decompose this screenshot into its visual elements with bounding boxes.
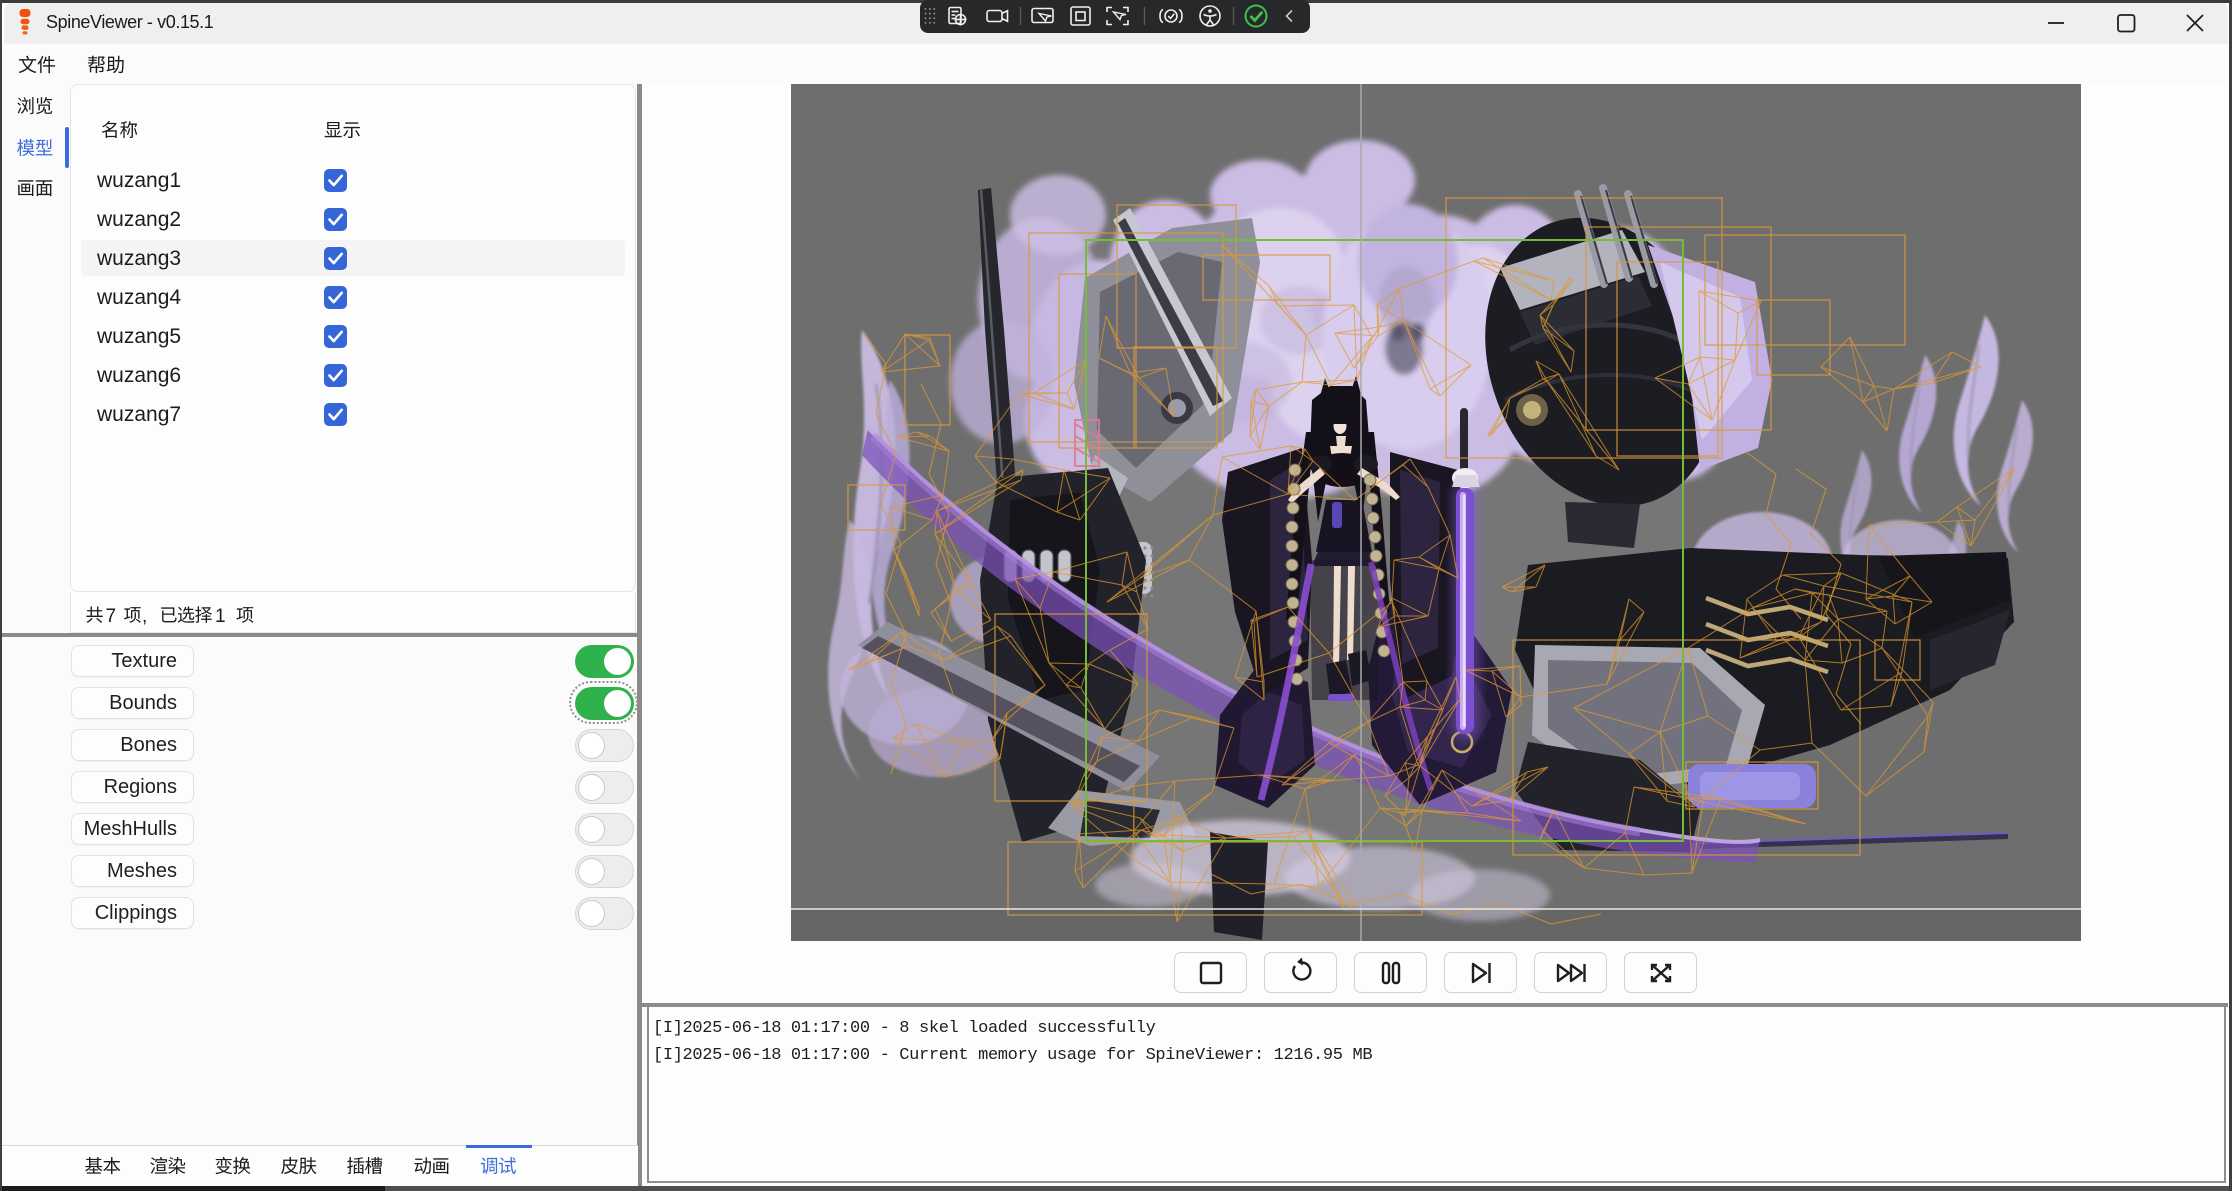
svg-text:1: 1 (215, 606, 226, 627)
svg-text:,: , (142, 606, 147, 627)
svg-text:7: 7 (106, 606, 117, 627)
